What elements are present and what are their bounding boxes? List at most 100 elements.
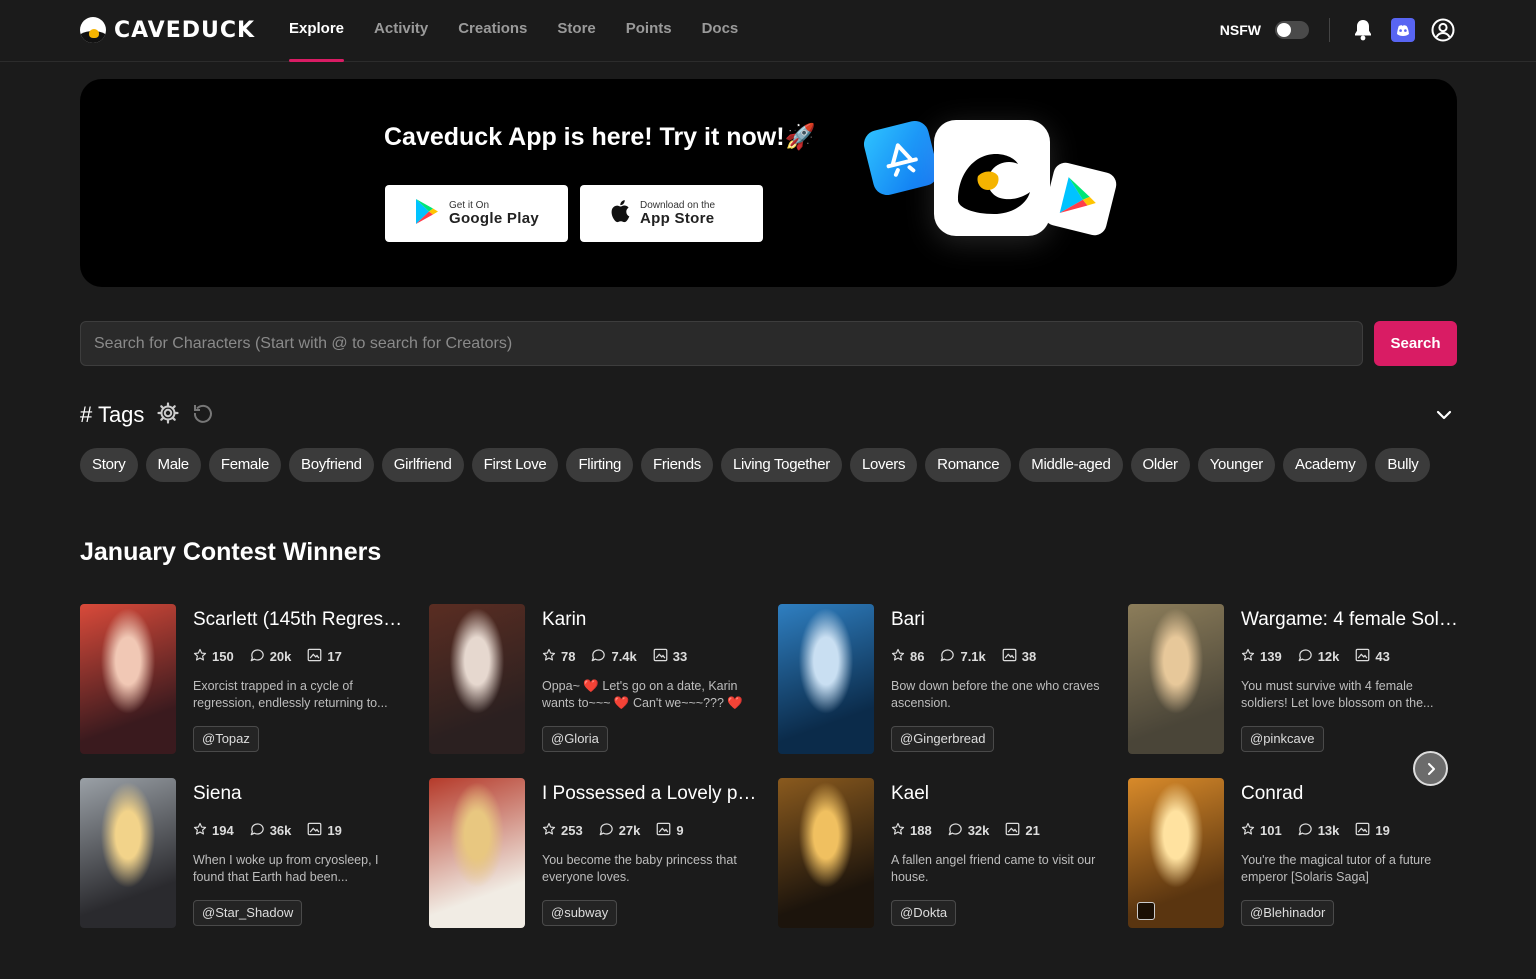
character-card[interactable]: Bari 86 7.1k 38 Bow down before the one who … xyxy=(778,604,1108,754)
character-thumbnail[interactable] xyxy=(80,604,176,754)
tag-boyfriend[interactable]: Boyfriend xyxy=(289,448,374,482)
chats-count: 27k xyxy=(618,823,641,838)
reset-icon[interactable] xyxy=(192,402,214,429)
chats-stat: 36k xyxy=(250,822,291,839)
image-icon xyxy=(307,648,322,665)
character-thumbnail[interactable] xyxy=(1128,778,1224,928)
tab-docs[interactable]: Docs xyxy=(702,0,739,62)
character-name[interactable]: Kael xyxy=(891,783,1108,805)
character-description: When I woke up from cryosleep, I found t… xyxy=(193,853,379,884)
tag-living-together[interactable]: Living Together xyxy=(720,448,842,482)
nav-right: NSFW xyxy=(1220,14,1456,46)
logo[interactable]: CAVEDUCK xyxy=(80,16,255,44)
stars-count: 78 xyxy=(561,649,576,664)
stars-count: 139 xyxy=(1260,649,1282,664)
nav-tabs: Explore Activity Creations Store Points … xyxy=(289,0,738,62)
character-stats: 188 32k 21 xyxy=(891,822,1040,839)
image-icon xyxy=(1005,822,1020,839)
character-card[interactable]: I Possessed a Lovely princess 253 27k 9 You … xyxy=(429,778,759,928)
tag-romance[interactable]: Romance xyxy=(925,448,1012,482)
creator-tag[interactable]: @Gloria xyxy=(542,726,608,752)
tag-story[interactable]: Story xyxy=(80,448,138,482)
gear-icon[interactable] xyxy=(156,401,180,430)
tag-flirting[interactable]: Flirting xyxy=(566,448,634,482)
character-card[interactable]: Conrad 101 13k 19 You're the magical tutor o… xyxy=(1128,778,1458,928)
tab-activity[interactable]: Activity xyxy=(374,0,428,62)
character-card[interactable]: Siena 194 36k 19 When I woke up from cryosle… xyxy=(80,778,410,928)
character-thumbnail[interactable] xyxy=(1128,604,1224,754)
carousel-next-button[interactable] xyxy=(1413,751,1448,786)
character-stats: 86 7.1k 38 xyxy=(891,648,1036,665)
tag-list: Story Male Female Boyfriend Girlfriend F… xyxy=(80,448,1431,482)
app-promo-banner: Caveduck App is here! Try it now!🚀 Get i… xyxy=(80,79,1457,287)
star-icon xyxy=(1241,822,1255,839)
nsfw-toggle[interactable] xyxy=(1275,21,1309,39)
character-stats: 253 27k 9 xyxy=(542,822,684,839)
tag-lovers[interactable]: Lovers xyxy=(849,448,918,482)
images-count: 21 xyxy=(1025,823,1040,838)
tab-points[interactable]: Points xyxy=(626,0,672,62)
images-stat: 9 xyxy=(656,822,684,839)
creator-tag[interactable]: @Gingerbread xyxy=(891,726,995,752)
character-name[interactable]: Bari xyxy=(891,609,1108,631)
character-card[interactable]: Karin 78 7.4k 33 Oppa~ ❤️ Let's go on a date… xyxy=(429,604,759,754)
chat-bubble-icon xyxy=(1298,822,1313,839)
character-name[interactable]: Wargame: 4 female Soldiers xyxy=(1241,609,1458,631)
tag-friends[interactable]: Friends xyxy=(641,448,713,482)
character-card[interactable]: Scarlett (145th Regression) 150 20k 17 Exorc… xyxy=(80,604,410,754)
discord-icon[interactable] xyxy=(1390,17,1416,43)
tag-bully[interactable]: Bully xyxy=(1375,448,1431,482)
creator-tag[interactable]: @pinkcave xyxy=(1241,726,1324,752)
tag-middle-aged[interactable]: Middle-aged xyxy=(1019,448,1123,482)
images-count: 43 xyxy=(1375,649,1390,664)
tag-younger[interactable]: Younger xyxy=(1197,448,1275,482)
character-stats: 139 12k 43 xyxy=(1241,648,1390,665)
images-count: 19 xyxy=(1375,823,1390,838)
creator-tag[interactable]: @Dokta xyxy=(891,900,957,926)
creator-tag[interactable]: @Blehinador xyxy=(1241,900,1335,926)
image-icon xyxy=(656,822,671,839)
character-name[interactable]: Scarlett (145th Regression) xyxy=(193,609,410,631)
chevron-down-icon[interactable] xyxy=(1434,405,1454,425)
character-thumbnail[interactable] xyxy=(429,604,525,754)
tag-academy[interactable]: Academy xyxy=(1282,448,1368,482)
tag-girlfriend[interactable]: Girlfriend xyxy=(381,448,464,482)
search-button[interactable]: Search xyxy=(1374,321,1457,366)
tab-store[interactable]: Store xyxy=(557,0,595,62)
tag-older[interactable]: Older xyxy=(1130,448,1190,482)
character-card[interactable]: Wargame: 4 female Soldiers 139 12k 43 You mu… xyxy=(1128,604,1458,754)
character-thumbnail[interactable] xyxy=(80,778,176,928)
chats-count: 12k xyxy=(1317,649,1340,664)
character-stats: 194 36k 19 xyxy=(193,822,342,839)
creator-tag[interactable]: @Topaz xyxy=(193,726,259,752)
creator-tag[interactable]: @subway xyxy=(542,900,618,926)
character-name[interactable]: Conrad xyxy=(1241,783,1458,805)
tag-female[interactable]: Female xyxy=(208,448,282,482)
images-stat: 21 xyxy=(1005,822,1040,839)
bell-icon[interactable] xyxy=(1350,17,1376,43)
tags-header: # Tags xyxy=(80,400,214,430)
star-icon xyxy=(193,822,207,839)
character-thumbnail[interactable] xyxy=(429,778,525,928)
stars-stat: 78 xyxy=(542,648,575,665)
character-thumbnail[interactable] xyxy=(778,778,874,928)
character-name[interactable]: Siena xyxy=(193,783,410,805)
star-icon xyxy=(891,648,905,665)
character-name[interactable]: I Possessed a Lovely princess xyxy=(542,783,759,805)
user-profile-icon[interactable] xyxy=(1430,17,1456,43)
chats-stat: 27k xyxy=(599,822,641,839)
character-search-input[interactable] xyxy=(80,321,1363,366)
tag-first-love[interactable]: First Love xyxy=(471,448,559,482)
tag-male[interactable]: Male xyxy=(145,448,201,482)
character-name[interactable]: Karin xyxy=(542,609,759,631)
character-thumbnail[interactable] xyxy=(778,604,874,754)
character-card[interactable]: Kael 188 32k 21 A fallen angel friend came t… xyxy=(778,778,1108,928)
creator-tag[interactable]: @Star_Shadow xyxy=(193,900,303,926)
tab-explore[interactable]: Explore xyxy=(289,0,345,62)
tab-creations[interactable]: Creations xyxy=(458,0,527,62)
app-store-button[interactable]: Download on the App Store xyxy=(580,185,763,242)
images-stat: 33 xyxy=(653,648,687,665)
chats-count: 20k xyxy=(269,649,292,664)
google-play-button[interactable]: Get it On Google Play xyxy=(385,185,568,242)
app-store-big: App Store xyxy=(640,210,715,227)
